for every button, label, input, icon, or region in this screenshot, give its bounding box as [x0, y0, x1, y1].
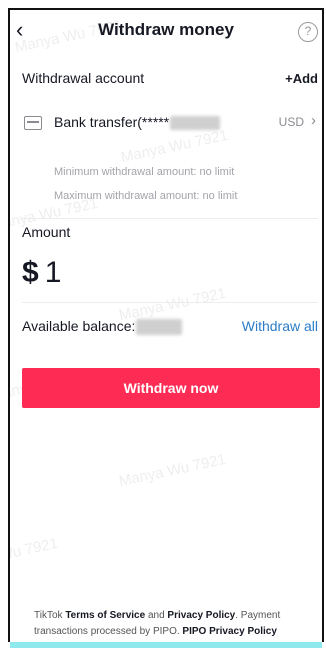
bank-transfer-label: Bank transfer(***** — [54, 114, 170, 130]
chevron-right-icon: › — [311, 112, 316, 129]
withdraw-all-link[interactable]: Withdraw all — [242, 318, 318, 334]
watermark: Manya Wu 7921 — [117, 450, 228, 491]
redacted-balance — [136, 319, 182, 335]
available-balance-label: Available balance: — [22, 318, 136, 334]
page-title: Withdraw money — [98, 20, 234, 39]
credit-card-icon — [24, 116, 42, 130]
privacy-policy-link[interactable]: Privacy Policy — [167, 610, 235, 621]
withdraw-now-button[interactable]: Withdraw now — [22, 368, 320, 408]
divider — [22, 302, 318, 303]
terms-of-service-link[interactable]: Terms of Service — [65, 610, 145, 621]
bottom-stripe — [10, 642, 322, 648]
add-account-button[interactable]: +Add — [285, 71, 318, 86]
bank-transfer-row[interactable]: Bank transfer(***** USD › — [24, 112, 318, 136]
amount-input[interactable]: $1 — [22, 256, 61, 290]
currency-symbol: $ — [22, 256, 39, 289]
legal-footer: TikTok Terms of Service and Privacy Poli… — [34, 608, 314, 640]
redacted-account-number — [170, 116, 220, 130]
pipo-privacy-policy-link[interactable]: PIPO Privacy Policy — [182, 626, 277, 637]
watermark: Manya Wu 7921 — [8, 534, 60, 574]
max-withdrawal-limit: Maximum withdrawal amount: no limit — [54, 190, 238, 202]
footer-and: and — [147, 610, 165, 621]
withdrawal-account-title: Withdrawal account — [22, 70, 145, 86]
min-withdrawal-limit: Minimum withdrawal amount: no limit — [54, 166, 235, 178]
currency-label: USD — [278, 115, 304, 129]
amount-label: Amount — [22, 224, 71, 240]
help-icon[interactable]: ? — [298, 22, 318, 42]
footer-prefix: TikTok — [34, 610, 63, 621]
app-screen: Manya Wu 7921 Manya Wu 7921 Manya Wu 792… — [8, 8, 324, 642]
divider — [22, 218, 318, 219]
header-bar: ‹ Withdraw money ? — [10, 10, 322, 50]
amount-value: 1 — [44, 256, 62, 289]
